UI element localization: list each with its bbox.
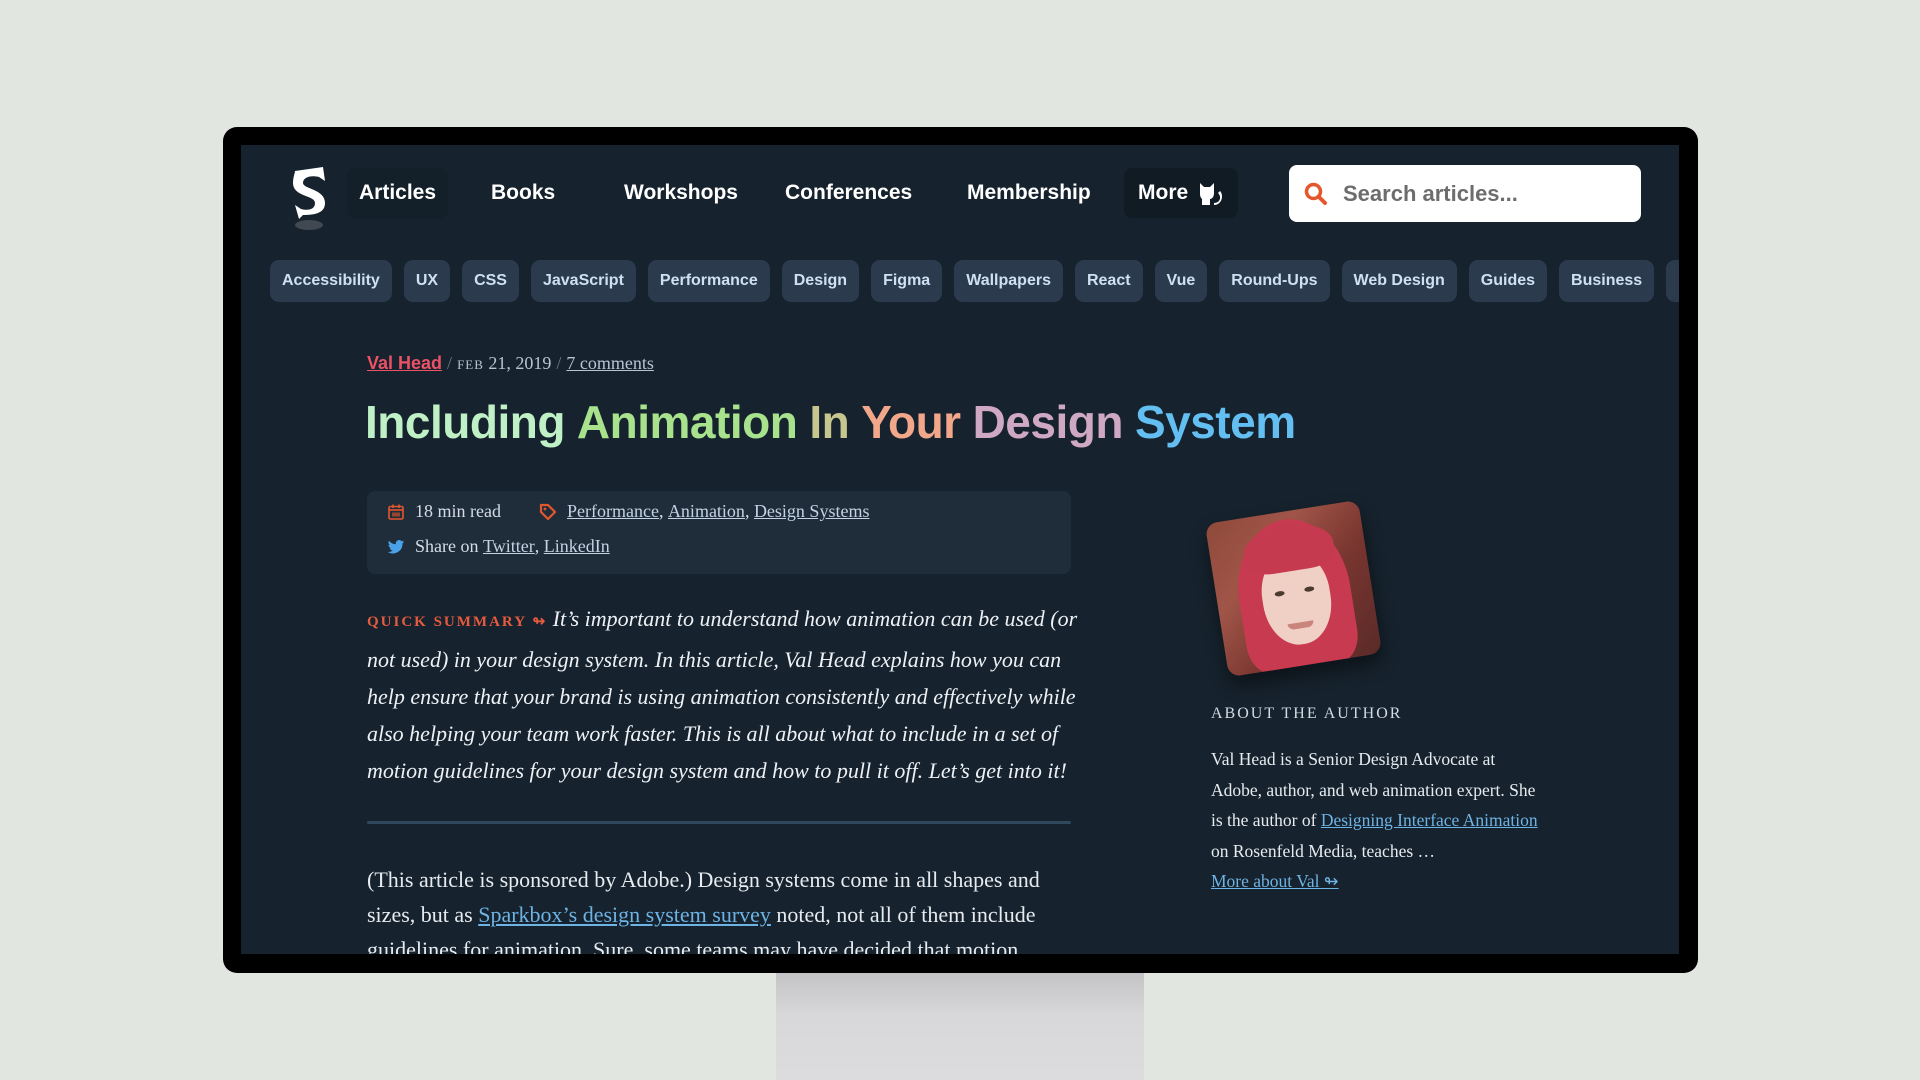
category-tags: Accessibility UX CSS JavaScript Performa… (270, 260, 1679, 302)
quick-summary-label: QUICK SUMMARY (367, 614, 528, 630)
tag-performance[interactable]: Performance (647, 260, 770, 302)
quick-summary-arrow: ↬ (532, 614, 548, 630)
tag-web-design[interactable]: Web Design (1341, 260, 1457, 302)
tag-partial[interactable] (1666, 260, 1679, 302)
category-link-design-systems[interactable]: Design Systems (754, 501, 870, 522)
tag-business[interactable]: Business (1559, 260, 1655, 302)
category-link-animation[interactable]: Animation (668, 501, 745, 522)
title-word: System (1134, 396, 1296, 448)
smashing-logo-icon[interactable] (285, 167, 333, 231)
search-input[interactable] (1343, 180, 1623, 207)
title-word: Your (861, 396, 961, 448)
meta-separator: / (447, 353, 453, 373)
author-avatar[interactable] (1204, 499, 1383, 678)
monitor-frame: Articles Books Workshops Conferences Mem… (223, 127, 1698, 973)
tag-ux[interactable]: UX (403, 260, 451, 302)
tag-design[interactable]: Design (781, 260, 860, 302)
search-box[interactable] (1289, 165, 1641, 222)
monitor-stand (776, 972, 1144, 1080)
meta-separator: / (556, 353, 562, 373)
nav-membership[interactable]: Membership (955, 168, 1103, 218)
quick-summary-text: It’s important to understand how animati… (367, 606, 1078, 783)
nav-workshops[interactable]: Workshops (612, 168, 750, 218)
comments-link[interactable]: 7 comments (566, 353, 654, 373)
share-linkedin-link[interactable]: LinkedIn (544, 536, 610, 557)
nav-more-button[interactable]: More (1124, 168, 1239, 218)
nav-more-label: More (1138, 181, 1189, 204)
date-day-year: 21, 2019 (488, 353, 552, 373)
tag-react[interactable]: React (1074, 260, 1143, 302)
article-info-box: 18 min read Performance, Animation, Desi… (367, 491, 1071, 574)
title-word: Including (365, 396, 565, 448)
tag-guides[interactable]: Guides (1468, 260, 1548, 302)
share-label: Share on (415, 536, 479, 556)
about-author-heading: ABOUT THE AUTHOR (1211, 705, 1403, 722)
info-row-read: 18 min read Performance, Animation, Desi… (387, 501, 869, 522)
tag-round-ups[interactable]: Round-Ups (1219, 260, 1330, 302)
title-word: Animation (576, 396, 798, 448)
info-row-share: Share on Twitter, LinkedIn (387, 536, 610, 557)
tag-figma[interactable]: Figma (871, 260, 943, 302)
sparkbox-survey-link[interactable]: Sparkbox’s design system survey (478, 902, 771, 927)
screen: Articles Books Workshops Conferences Mem… (241, 145, 1679, 954)
quick-summary: QUICK SUMMARY ↬ It’s important to unders… (367, 600, 1079, 789)
share-twitter-link[interactable]: Twitter (483, 536, 535, 557)
search-icon (1304, 182, 1327, 205)
twitter-icon (387, 539, 405, 553)
article-meta: Val Head / FEB 21, 2019/7 comments (367, 353, 654, 374)
tag-accessibility[interactable]: Accessibility (270, 260, 392, 302)
tag-vue[interactable]: Vue (1154, 260, 1208, 302)
nav-articles[interactable]: Articles (347, 168, 449, 218)
title-word: Design (972, 396, 1124, 448)
nav-books[interactable]: Books (479, 168, 567, 218)
tag-css[interactable]: CSS (462, 260, 519, 302)
calendar-icon (388, 504, 404, 520)
tag-icon (539, 503, 557, 520)
date-month: FEB (457, 357, 484, 372)
read-time: 18 min read (415, 501, 501, 521)
title-word: In (809, 396, 850, 448)
author-bio: Val Head is a Senior Design Advocate at … (1211, 744, 1541, 897)
article-title: Including Animation In Your Design System (365, 395, 1308, 449)
tag-javascript[interactable]: JavaScript (530, 260, 636, 302)
nav-conferences[interactable]: Conferences (773, 168, 924, 218)
tag-wallpapers[interactable]: Wallpapers (954, 260, 1063, 302)
article-body-paragraph: (This article is sponsored by Adobe.) De… (367, 862, 1079, 954)
more-about-author-link[interactable]: More about Val ↬ (1211, 871, 1339, 891)
category-link-performance[interactable]: Performance (567, 501, 659, 522)
book-link[interactable]: Designing Interface Animation (1321, 810, 1538, 830)
cat-icon (1200, 183, 1223, 205)
author-bio-end: on Rosenfeld Media, teaches … (1211, 840, 1436, 861)
author-link[interactable]: Val Head (367, 353, 442, 373)
summary-divider (367, 821, 1071, 824)
